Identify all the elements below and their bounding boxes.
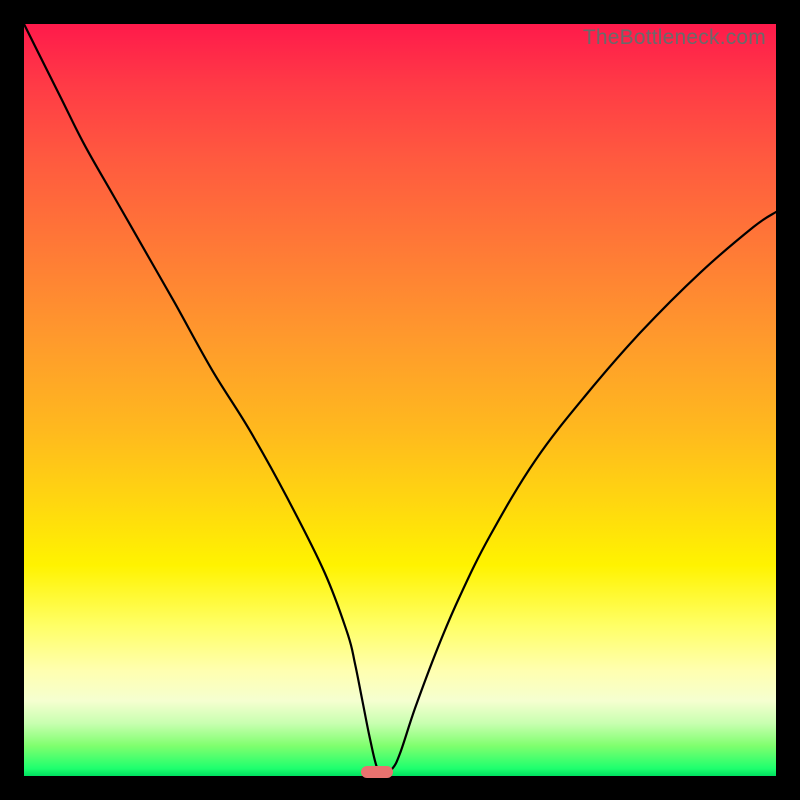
optimum-marker	[361, 766, 393, 778]
bottleneck-curve	[24, 24, 776, 776]
plot-area: TheBottleneck.com	[24, 24, 776, 776]
chart-frame: TheBottleneck.com	[0, 0, 800, 800]
curve-path	[24, 24, 776, 773]
